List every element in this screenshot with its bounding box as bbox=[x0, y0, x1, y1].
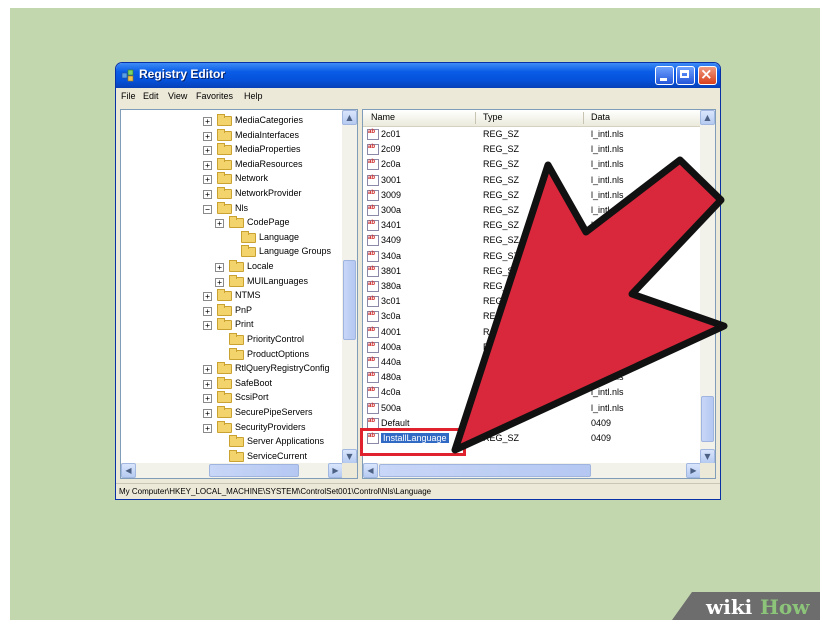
wikihow-watermark: wiki How bbox=[672, 592, 820, 620]
watermark-how-text: How bbox=[760, 595, 810, 619]
arrow-pointer bbox=[451, 156, 728, 454]
red-arrow-annotation bbox=[451, 156, 728, 454]
watermark-wiki-text: wiki bbox=[706, 595, 753, 619]
